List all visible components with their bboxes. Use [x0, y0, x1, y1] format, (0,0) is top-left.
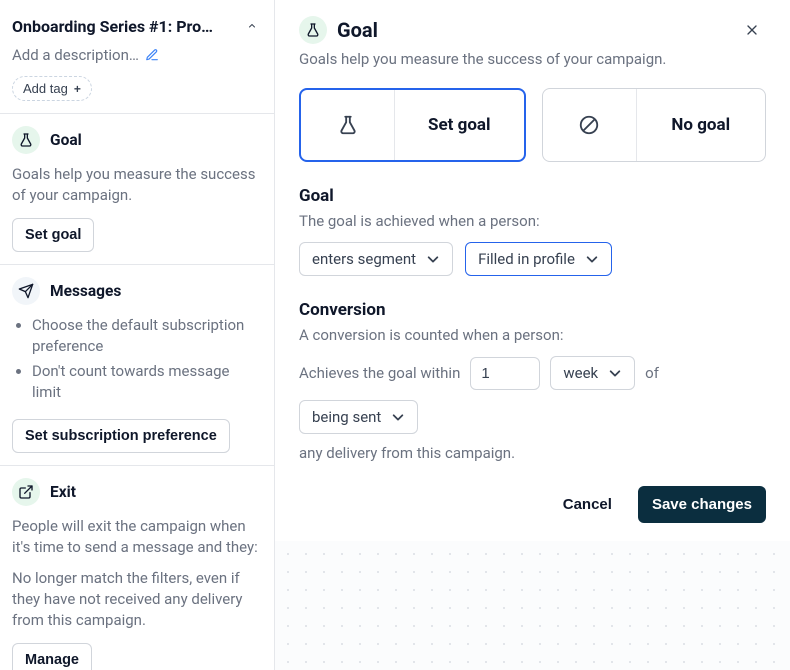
list-item: Choose the default subscription preferen… [32, 315, 262, 357]
description-row[interactable]: Add a description… [12, 46, 262, 64]
sidebar-exit-section: Exit People will exit the campaign when … [0, 466, 274, 670]
panel-title-row: Goal [299, 16, 738, 44]
exit-icon-bubble [12, 478, 40, 506]
campaign-title: Onboarding Series #1: Pro… [12, 17, 213, 36]
send-icon [18, 283, 34, 299]
cancel-button[interactable]: Cancel [557, 495, 618, 514]
flask-icon [337, 114, 359, 136]
set-goal-label: Set goal [395, 115, 524, 135]
exit-desc-2: No longer match the filters, even if the… [12, 568, 262, 631]
set-goal-card[interactable]: Set goal [299, 88, 526, 162]
segment-select-value: Filled in profile [478, 250, 575, 268]
panel-goal-icon-bubble [299, 16, 327, 44]
goal-toggle-row: Set goal No goal [299, 88, 766, 162]
flask-icon [18, 132, 34, 148]
save-changes-button[interactable]: Save changes [638, 486, 766, 523]
panel-header: Goal Goals help you measure the success … [299, 16, 766, 68]
exit-desc-1: People will exit the campaign when it's … [12, 516, 262, 558]
sidebar-set-goal-button[interactable]: Set goal [12, 218, 94, 252]
goal-subhead: Goal [299, 186, 766, 206]
goal-condition-row: enters segment Filled in profile [299, 242, 766, 276]
conversion-unit-value: week [563, 364, 598, 382]
flask-icon [305, 22, 321, 38]
slash-circle-icon [578, 114, 600, 136]
list-item: Don't count towards message limit [32, 361, 262, 403]
panel-title-wrap: Goal Goals help you measure the success … [299, 16, 738, 68]
campaign-title-row: Onboarding Series #1: Pro… [12, 16, 262, 36]
main-area: Goal Goals help you measure the success … [275, 0, 790, 670]
sidebar: Onboarding Series #1: Pro… Add a descrip… [0, 0, 275, 670]
no-goal-icon-cell [543, 89, 637, 161]
sidebar-messages-header: Messages [12, 277, 262, 305]
conversion-subdesc: A conversion is counted when a person: [299, 326, 766, 344]
chevron-down-icon [426, 252, 440, 266]
external-link-icon [18, 484, 34, 500]
set-subscription-button[interactable]: Set subscription preference [12, 419, 230, 453]
messages-bullet-list: Choose the default subscription preferen… [12, 315, 262, 403]
conversion-scope-value: being sent [312, 408, 381, 426]
sidebar-header-section: Onboarding Series #1: Pro… Add a descrip… [0, 0, 274, 114]
sidebar-exit-heading: Exit [50, 483, 76, 501]
sidebar-messages-heading: Messages [50, 282, 121, 300]
panel-subtitle: Goals help you measure the success of yo… [299, 50, 738, 68]
chevron-down-icon [391, 410, 405, 424]
conversion-unit-select[interactable]: week [550, 356, 635, 390]
no-goal-card[interactable]: No goal [542, 88, 767, 162]
sidebar-messages-section: Messages Choose the default subscription… [0, 265, 274, 466]
conversion-suffix: any delivery from this campaign. [299, 444, 766, 462]
panel-title: Goal [337, 18, 378, 42]
goal-icon-bubble [12, 126, 40, 154]
plus-icon: + [74, 82, 81, 96]
panel-footer: Cancel Save changes [299, 486, 766, 523]
condition-type-value: enters segment [312, 250, 416, 268]
close-icon [744, 21, 760, 39]
set-goal-icon-cell [301, 90, 395, 160]
add-tag-label: Add tag [23, 81, 68, 96]
conversion-of-text: of [645, 364, 659, 382]
add-tag-button[interactable]: Add tag + [12, 76, 92, 101]
messages-icon-bubble [12, 277, 40, 305]
manage-exit-button[interactable]: Manage [12, 643, 92, 670]
sidebar-goal-header: Goal [12, 126, 262, 154]
chevron-down-icon [608, 366, 622, 380]
sidebar-goal-heading: Goal [50, 131, 82, 149]
chevron-up-icon [248, 18, 256, 34]
conversion-prefix: Achieves the goal within [299, 364, 460, 382]
close-button[interactable] [738, 16, 766, 44]
goal-panel: Goal Goals help you measure the success … [275, 0, 790, 541]
conversion-count-input[interactable] [470, 357, 540, 390]
chevron-down-icon [585, 252, 599, 266]
conversion-subhead: Conversion [299, 300, 766, 320]
no-goal-label: No goal [637, 115, 766, 135]
sidebar-goal-desc: Goals help you measure the success of yo… [12, 164, 262, 206]
conversion-config-row: Achieves the goal within week of being s… [299, 356, 766, 434]
conversion-scope-select[interactable]: being sent [299, 400, 418, 434]
sidebar-exit-header: Exit [12, 478, 262, 506]
goal-subdesc: The goal is achieved when a person: [299, 212, 766, 230]
pencil-icon [145, 48, 159, 62]
canvas-area[interactable] [275, 541, 790, 670]
collapse-button[interactable] [242, 16, 262, 36]
segment-select[interactable]: Filled in profile [465, 242, 612, 276]
description-placeholder: Add a description… [12, 46, 139, 64]
condition-type-select[interactable]: enters segment [299, 242, 453, 276]
sidebar-goal-section: Goal Goals help you measure the success … [0, 114, 274, 265]
app-root: Onboarding Series #1: Pro… Add a descrip… [0, 0, 790, 670]
